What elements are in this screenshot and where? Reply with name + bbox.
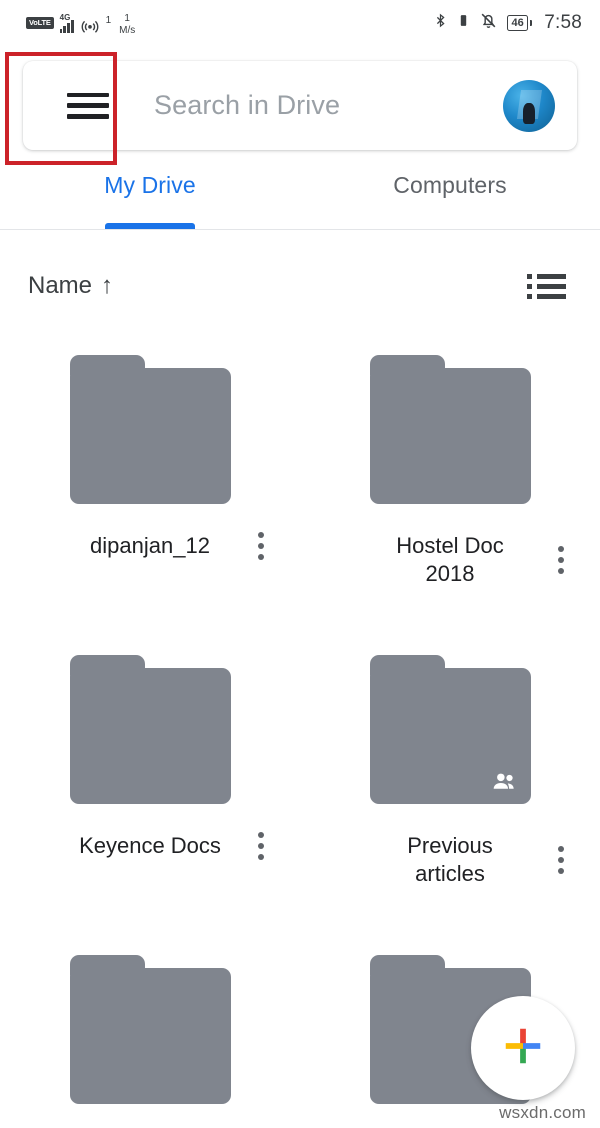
new-file-fab[interactable] — [471, 996, 575, 1100]
status-bar-right: 46 7:58 — [433, 10, 582, 36]
list-view-icon[interactable] — [527, 273, 566, 299]
drive-app-screen: VoLTE 4G 1 1 M/s 46 7:58 Search in Drive… — [0, 0, 600, 1128]
file-item-footer: Hostel Doc 2018 — [300, 532, 600, 588]
battery-cap-icon — [529, 20, 533, 26]
file-item-footer: Previous articles — [300, 832, 600, 888]
battery-level-indicator: 46 — [507, 15, 528, 31]
shared-people-icon — [492, 772, 517, 791]
clock: 7:58 — [544, 12, 582, 33]
search-input[interactable]: Search in Drive — [154, 90, 503, 121]
status-bar-left: VoLTE 4G 1 1 M/s — [26, 8, 135, 38]
folder-icon[interactable] — [69, 655, 231, 804]
tab-my-drive[interactable]: My Drive — [0, 163, 300, 229]
file-grid-item[interactable] — [0, 940, 300, 1128]
file-grid-item[interactable]: dipanjan_12 — [0, 340, 300, 640]
sort-and-view-row: Name ↑ — [0, 255, 600, 317]
vibrate-icon — [457, 10, 470, 36]
folder-icon[interactable] — [69, 355, 231, 504]
network-speed-unit: M/s — [119, 25, 136, 36]
status-bar: VoLTE 4G 1 1 M/s 46 7:58 — [0, 0, 600, 46]
search-bar[interactable]: Search in Drive — [23, 61, 577, 150]
file-name: Previous articles — [407, 833, 493, 887]
folder-icon[interactable] — [69, 955, 231, 1104]
signal-bars-icon: 4G — [59, 13, 74, 33]
file-name: Keyence Docs — [79, 833, 221, 858]
file-grid-item[interactable]: Hostel Doc 2018 — [300, 340, 600, 640]
file-name: Hostel Doc 2018 — [396, 533, 504, 587]
file-item-footer: Keyence Docs — [0, 832, 300, 861]
speed-superscript: 1 — [105, 15, 112, 26]
more-options-icon[interactable] — [254, 528, 268, 564]
bell-muted-icon — [479, 10, 498, 36]
sort-button[interactable]: Name ↑ — [28, 272, 113, 300]
tab-divider — [0, 229, 600, 230]
more-options-icon[interactable] — [554, 542, 568, 578]
tab-computers[interactable]: Computers — [300, 163, 600, 229]
watermark: wsxdn.com — [499, 1103, 586, 1122]
file-name: dipanjan_12 — [90, 533, 210, 558]
hotspot-icon — [80, 16, 100, 41]
network-generation-label: 4G — [59, 13, 71, 22]
tab-bar: My Drive Computers — [0, 163, 600, 229]
google-plus-add-icon — [500, 1023, 546, 1074]
volte-icon: VoLTE — [26, 17, 54, 29]
avatar[interactable] — [503, 79, 555, 132]
folder-icon[interactable] — [369, 355, 531, 504]
bluetooth-icon — [433, 10, 448, 36]
folder-icon[interactable] — [369, 655, 531, 804]
network-speed-indicator: 1 M/s — [119, 14, 135, 36]
hamburger-menu-icon[interactable] — [67, 92, 109, 119]
tab-computers-label: Computers — [393, 172, 507, 198]
more-options-icon[interactable] — [554, 842, 568, 878]
sort-label: Name — [28, 272, 93, 299]
file-grid-item[interactable]: Keyence Docs — [0, 640, 300, 940]
more-options-icon[interactable] — [254, 828, 268, 864]
network-speed-value: 1 — [124, 13, 130, 24]
file-grid-item[interactable]: Previous articles — [300, 640, 600, 940]
sort-ascending-arrow-icon: ↑ — [101, 272, 114, 299]
tab-my-drive-label: My Drive — [104, 172, 196, 198]
file-item-footer: dipanjan_12 — [0, 532, 300, 561]
